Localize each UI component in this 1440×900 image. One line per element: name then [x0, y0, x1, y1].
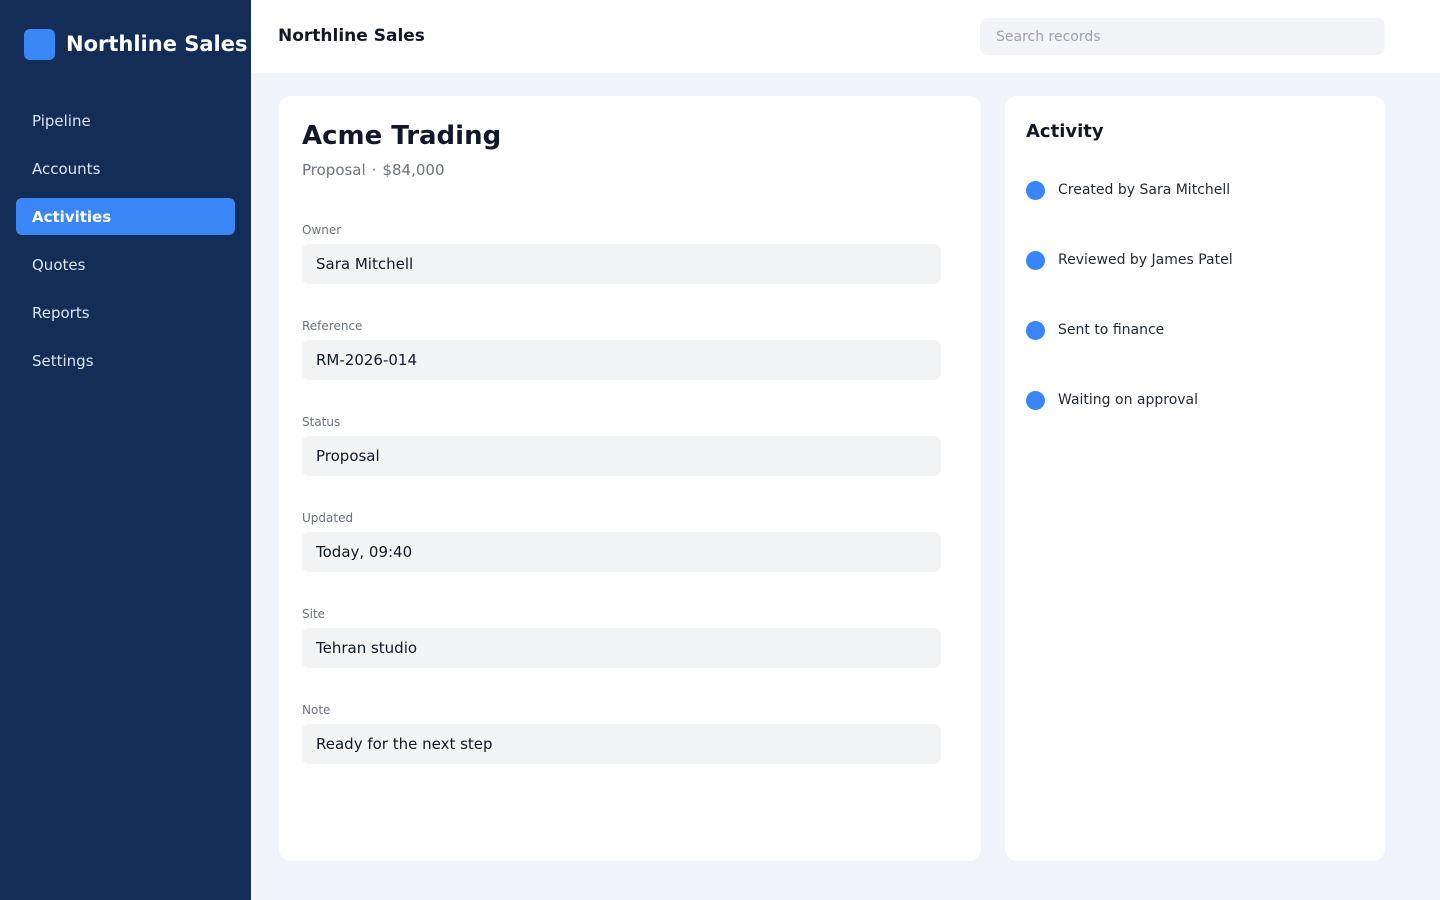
record-card: Acme Trading Proposal · $84,000 Owner Sara…	[279, 96, 981, 861]
sidebar-item-reports[interactable]: Reports	[16, 294, 235, 331]
field-reference: Reference RM-2026-014	[302, 319, 941, 380]
brand[interactable]: Northline Sales	[24, 28, 247, 60]
record-stage: Proposal	[302, 161, 366, 179]
field-site: Site Tehran studio	[302, 607, 941, 668]
owner-field[interactable]: Sara Mitchell	[302, 244, 941, 284]
status-dot-icon	[1026, 250, 1045, 270]
field-owner: Owner Sara Mitchell	[302, 223, 941, 284]
updated-field[interactable]: Today, 09:40	[302, 532, 941, 572]
activity-item: Sent to finance	[1026, 320, 1164, 340]
status-dot-icon	[1026, 390, 1045, 410]
sidebar-nav: Pipeline Accounts Activities Quotes Repo…	[16, 102, 235, 390]
sidebar-item-settings[interactable]: Settings	[16, 342, 235, 379]
field-updated: Updated Today, 09:40	[302, 511, 941, 572]
reference-field[interactable]: RM-2026-014	[302, 340, 941, 380]
activity-panel: Activity Created by Sara Mitchell Review…	[1005, 96, 1385, 861]
field-status: Status Proposal	[302, 415, 941, 476]
sidebar-item-activities[interactable]: Activities	[16, 198, 235, 235]
search-input[interactable]	[980, 18, 1385, 55]
sidebar-item-label: Reports	[32, 303, 90, 322]
activity-item: Created by Sara Mitchell	[1026, 180, 1230, 200]
sidebar-item-pipeline[interactable]: Pipeline	[16, 102, 235, 139]
sidebar-item-label: Settings	[32, 351, 94, 370]
sidebar-item-label: Pipeline	[32, 111, 91, 130]
sidebar-item-label: Activities	[32, 207, 112, 226]
note-field[interactable]: Ready for the next step	[302, 724, 941, 764]
field-label: Owner	[302, 223, 342, 237]
activity-title: Activity	[1026, 121, 1104, 142]
field-note: Note Ready for the next step	[302, 703, 941, 764]
brand-name: Northline Sales	[66, 32, 248, 56]
field-label: Site	[302, 607, 326, 621]
record-title: Acme Trading	[302, 121, 502, 151]
record-separator: ·	[371, 161, 377, 179]
activity-item: Waiting on approval	[1026, 390, 1198, 410]
status-dot-icon	[1026, 180, 1045, 200]
sidebar-item-label: Quotes	[32, 255, 86, 274]
sidebar-item-label: Accounts	[32, 159, 101, 178]
field-label: Status	[302, 415, 341, 429]
field-label: Updated	[302, 511, 354, 525]
record-amount: $84,000	[382, 161, 445, 179]
status-dot-icon	[1026, 320, 1045, 340]
field-label: Note	[302, 703, 331, 717]
sidebar: Northline Sales Pipeline Accounts Activi…	[0, 0, 251, 900]
brand-logo-icon	[24, 28, 55, 60]
sidebar-item-quotes[interactable]: Quotes	[16, 246, 235, 283]
activity-text: Sent to finance	[1058, 322, 1165, 338]
activity-item: Reviewed by James Patel	[1026, 250, 1233, 270]
site-field[interactable]: Tehran studio	[302, 628, 941, 668]
page-title: Northline Sales	[278, 26, 425, 46]
activity-text: Created by Sara Mitchell	[1058, 182, 1231, 198]
record-subtitle: Proposal · $84,000	[302, 161, 444, 179]
field-label: Reference	[302, 319, 363, 333]
activity-text: Reviewed by James Patel	[1058, 252, 1233, 268]
activity-text: Waiting on approval	[1058, 392, 1199, 408]
top-bar: Northline Sales	[251, 0, 1440, 73]
sidebar-item-accounts[interactable]: Accounts	[16, 150, 235, 187]
status-field[interactable]: Proposal	[302, 436, 941, 476]
